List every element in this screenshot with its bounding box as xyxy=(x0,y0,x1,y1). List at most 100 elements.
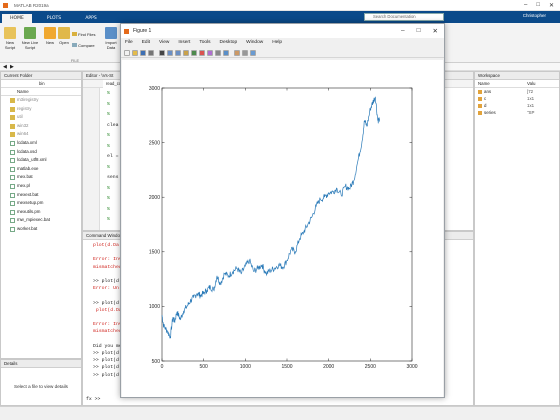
folder-item[interactable]: win64 xyxy=(1,130,81,139)
new-live-script-label: New Live Script xyxy=(21,40,39,50)
folder-item[interactable]: mexutils.pm xyxy=(1,208,81,217)
forward-icon[interactable]: ▶ xyxy=(10,64,14,70)
save-icon[interactable] xyxy=(140,49,146,56)
folder-item-label: matlab.exe xyxy=(17,165,39,171)
variable-value: 1x1 xyxy=(527,103,535,108)
folder-item-label: win64 xyxy=(17,131,29,137)
back-icon[interactable]: ◀ xyxy=(3,64,7,70)
folder-item[interactable]: matlab.exe xyxy=(1,165,81,174)
folder-item[interactable]: registry xyxy=(1,105,81,114)
code-line: % xyxy=(107,164,110,170)
colorbar-icon[interactable] xyxy=(223,49,229,56)
figure-title: Figure 1 xyxy=(133,28,152,34)
figure-menu-edit[interactable]: Edit xyxy=(142,38,150,48)
folder-icon xyxy=(10,115,15,121)
zoom-in-icon[interactable] xyxy=(167,49,173,56)
folder-item[interactable]: mw_mpiexec.bat xyxy=(1,216,81,225)
zoom-out-icon[interactable] xyxy=(175,49,181,56)
figure-menu-help[interactable]: Help xyxy=(272,38,282,48)
status-bar xyxy=(0,406,560,420)
folder-item[interactable]: mexsetup.pm xyxy=(1,199,81,208)
workspace-variable[interactable]: d 1x1 xyxy=(475,102,559,109)
folder-item[interactable]: lcdata.xml xyxy=(1,139,81,148)
brush-icon[interactable] xyxy=(207,49,213,56)
open-button[interactable]: Open xyxy=(55,27,73,45)
user-account-menu[interactable]: Christopher xyxy=(523,13,546,18)
figure-menu-window[interactable]: Window xyxy=(246,38,263,48)
show-plot-tools-icon[interactable] xyxy=(250,49,256,56)
variable-name: series xyxy=(484,110,496,115)
compare-label: Compare xyxy=(78,43,95,48)
workspace-variable[interactable]: ans [72 xyxy=(475,88,559,95)
figure-menu-insert[interactable]: Insert xyxy=(178,38,190,48)
figure-close-button[interactable]: ✕ xyxy=(433,27,438,35)
ws-value-header[interactable]: Valu xyxy=(527,80,535,88)
figure-menu-file[interactable]: File xyxy=(125,38,133,48)
details-message: Select a file to view details xyxy=(14,384,68,389)
workspace-variable[interactable]: c 1x1 xyxy=(475,95,559,102)
folder-item[interactable]: mex.bat xyxy=(1,173,81,182)
new-script-button[interactable]: New Script xyxy=(1,27,19,50)
folder-item-label: win32 xyxy=(17,122,29,128)
folder-item-label: mex.pl xyxy=(17,182,30,188)
hide-plot-tools-icon[interactable] xyxy=(242,49,248,56)
folder-item[interactable]: mex.pl xyxy=(1,182,81,191)
close-button[interactable]: ✕ xyxy=(549,2,554,9)
figure-window: Figure 1 – □ ✕ File Edit View Insert Tools De… xyxy=(120,23,445,398)
pointer-icon[interactable] xyxy=(159,49,165,56)
legend-icon[interactable] xyxy=(234,49,240,56)
ws-name-header[interactable]: Name xyxy=(478,80,490,88)
tab-apps[interactable]: APPS xyxy=(76,14,106,23)
data-cursor-icon[interactable] xyxy=(199,49,205,56)
code-line: el = xyxy=(107,154,119,159)
minimize-button[interactable]: – xyxy=(524,2,527,9)
line-plot[interactable]: 0 500 1000 1500 2000 2500 30005001000150020002… xyxy=(122,60,443,397)
code-line: % xyxy=(107,196,110,201)
variable-icon xyxy=(478,103,482,108)
figure-maximize-button[interactable]: □ xyxy=(417,27,421,35)
folder-item[interactable]: worker.bat xyxy=(1,225,81,234)
open-icon[interactable] xyxy=(132,49,138,56)
new-label: New xyxy=(45,40,54,45)
tab-home[interactable]: HOME xyxy=(2,14,32,23)
rotate-icon[interactable] xyxy=(191,49,197,56)
folder-icon xyxy=(10,123,15,129)
find-files-icon xyxy=(72,32,77,36)
figure-menu-tools[interactable]: Tools xyxy=(199,38,210,48)
compare-button[interactable]: Compare xyxy=(72,43,95,48)
link-icon[interactable] xyxy=(215,49,221,56)
folder-item[interactable]: m3iregistry xyxy=(1,96,81,105)
name-column-header[interactable]: Name xyxy=(1,88,81,96)
folder-icon xyxy=(10,106,15,112)
workspace-variable[interactable]: series "SP xyxy=(475,109,559,116)
find-files-label: Find Files xyxy=(78,32,96,37)
figure-minimize-button[interactable]: – xyxy=(401,27,405,35)
figure-menu-view[interactable]: View xyxy=(159,38,169,48)
folder-path-row[interactable]: bin xyxy=(1,80,81,88)
folder-item-label: m3iregistry xyxy=(17,97,39,102)
axes-box xyxy=(161,87,413,362)
file-icon xyxy=(10,149,15,155)
tab-plots[interactable]: PLOTS xyxy=(36,14,72,23)
new-live-script-button[interactable]: New Live Script xyxy=(21,27,39,50)
folder-item[interactable]: mexext.bat xyxy=(1,191,81,200)
find-files-button[interactable]: Find Files xyxy=(72,32,95,37)
folder-item[interactable]: util xyxy=(1,113,81,122)
folder-item[interactable]: lcdata_utf8.xml xyxy=(1,156,81,165)
new-figure-icon[interactable] xyxy=(124,49,130,56)
pan-icon[interactable] xyxy=(183,49,189,56)
app-title-bar: MATLAB R2019a – □ ✕ xyxy=(0,0,560,11)
folder-item[interactable]: win32 xyxy=(1,122,81,131)
folder-item[interactable]: lcdata.xsd xyxy=(1,148,81,157)
figure-menu-desktop[interactable]: Desktop xyxy=(220,38,238,48)
search-documentation-input[interactable]: Search Documentation xyxy=(364,13,444,21)
command-prompt[interactable]: fx >> xyxy=(83,396,100,403)
import-data-button[interactable]: Import Data xyxy=(102,27,120,50)
file-icon xyxy=(10,209,15,215)
new-live-script-icon xyxy=(24,27,36,39)
variable-value: "SP xyxy=(527,110,535,115)
print-icon[interactable] xyxy=(148,49,154,56)
maximize-button[interactable]: □ xyxy=(536,2,540,9)
code-line: % xyxy=(107,217,110,222)
file-icon xyxy=(10,166,15,172)
